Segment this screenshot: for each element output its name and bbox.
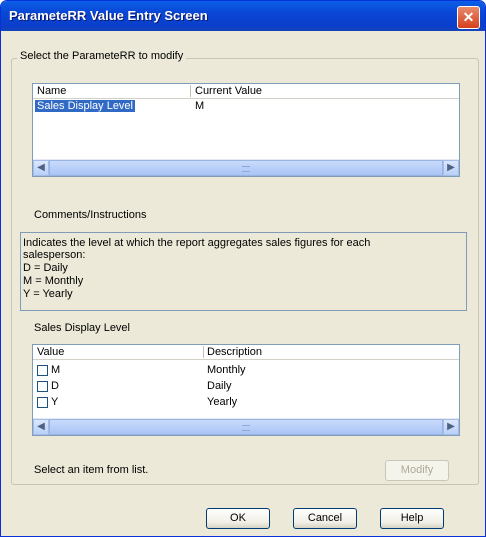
ok-button[interactable]: OK bbox=[206, 508, 270, 529]
value-row[interactable]: M Monthly bbox=[33, 363, 459, 379]
chevron-left-icon: ◀ bbox=[37, 421, 45, 432]
value-code: M bbox=[51, 364, 61, 376]
value-description: Monthly bbox=[207, 364, 246, 376]
value-code: Y bbox=[51, 396, 59, 408]
scroll-left-button[interactable]: ◀ bbox=[33, 419, 49, 435]
parameter-list[interactable]: Name Current Value Sales Display Level M… bbox=[32, 83, 460, 177]
comment-line: M = Monthly bbox=[23, 275, 84, 287]
dialog-window: ParameteRR Value Entry Screen ✕ Select t… bbox=[0, 0, 486, 537]
comments-label: Comments/Instructions bbox=[34, 209, 147, 221]
scroll-thumb[interactable] bbox=[49, 160, 443, 176]
parameter-current-value: M bbox=[195, 100, 205, 112]
help-button[interactable]: Help bbox=[380, 508, 444, 529]
modify-button[interactable]: Modify bbox=[385, 460, 449, 481]
value-list[interactable]: Value Description M Monthly D Daily Y Ye… bbox=[32, 344, 460, 436]
column-header-value[interactable]: Value bbox=[37, 346, 64, 358]
scroll-right-button[interactable]: ▶ bbox=[443, 160, 459, 176]
value-checkbox[interactable] bbox=[37, 397, 48, 408]
value-checkbox[interactable] bbox=[37, 381, 48, 392]
column-header-description[interactable]: Description bbox=[207, 346, 262, 358]
value-list-label: Sales Display Level bbox=[34, 322, 130, 334]
column-header-name[interactable]: Name bbox=[37, 85, 66, 97]
comments-box: Indicates the level at which the report … bbox=[20, 232, 467, 311]
value-row[interactable]: D Daily bbox=[33, 379, 459, 395]
title-bar[interactable]: ParameteRR Value Entry Screen ✕ bbox=[1, 1, 485, 31]
parameter-list-hscrollbar[interactable]: ◀ ▶ bbox=[33, 159, 459, 176]
scroll-left-button[interactable]: ◀ bbox=[33, 160, 49, 176]
status-text: Select an item from list. bbox=[34, 464, 149, 476]
value-description: Yearly bbox=[207, 396, 238, 408]
chevron-right-icon: ▶ bbox=[447, 162, 455, 173]
chevron-left-icon: ◀ bbox=[37, 162, 45, 173]
comment-line: salesperson: bbox=[23, 249, 86, 261]
column-header-current-value[interactable]: Current Value bbox=[195, 85, 262, 97]
close-icon: ✕ bbox=[462, 9, 475, 25]
scroll-right-button[interactable]: ▶ bbox=[443, 419, 459, 435]
parameter-row[interactable]: Sales Display Level M bbox=[33, 99, 459, 115]
value-description: Daily bbox=[207, 380, 232, 392]
parameter-name: Sales Display Level bbox=[35, 100, 135, 112]
comment-line: Indicates the level at which the report … bbox=[23, 237, 371, 249]
value-checkbox[interactable] bbox=[37, 365, 48, 376]
window-title: ParameteRR Value Entry Screen bbox=[9, 8, 208, 23]
parameter-list-header: Name Current Value bbox=[33, 84, 459, 99]
value-list-header: Value Description bbox=[33, 345, 459, 360]
parameter-group-label: Select the ParameteRR to modify bbox=[17, 50, 187, 62]
close-button[interactable]: ✕ bbox=[457, 6, 480, 29]
scroll-thumb[interactable] bbox=[49, 419, 443, 435]
value-list-hscrollbar[interactable]: ◀ ▶ bbox=[33, 418, 459, 435]
comment-line: D = Daily bbox=[23, 262, 68, 274]
value-code: D bbox=[51, 380, 59, 392]
chevron-right-icon: ▶ bbox=[447, 421, 455, 432]
cancel-button[interactable]: Cancel bbox=[293, 508, 357, 529]
comment-line: Y = Yearly bbox=[23, 288, 73, 300]
value-row[interactable]: Y Yearly bbox=[33, 395, 459, 411]
